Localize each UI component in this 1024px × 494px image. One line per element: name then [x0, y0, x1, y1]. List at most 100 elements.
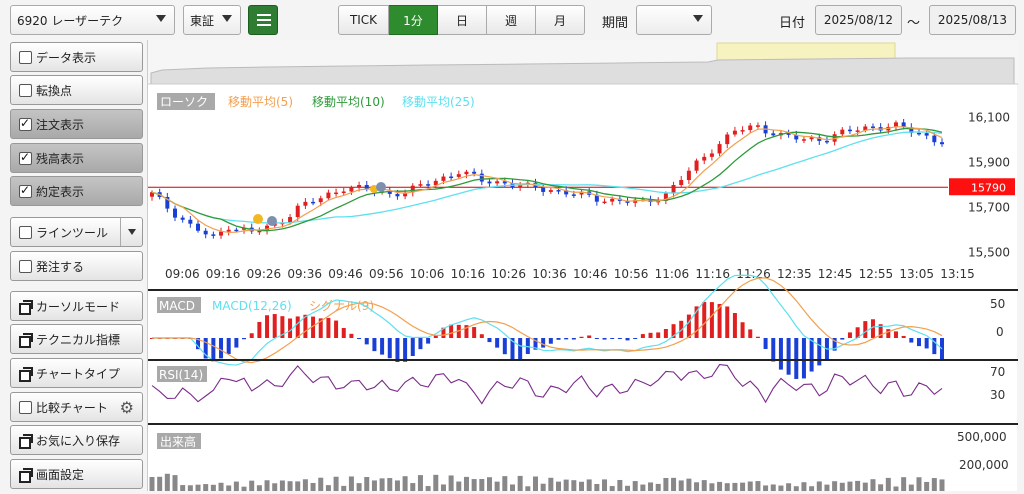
tab-day[interactable]: 日 — [438, 5, 487, 35]
sidebar-line-tool[interactable]: ラインツール — [10, 217, 143, 247]
tab-week[interactable]: 週 — [487, 5, 536, 35]
sidebar-item-label: テクニカル指標 — [36, 332, 121, 347]
macd-bar — [648, 332, 653, 338]
volume-bar — [617, 479, 623, 491]
sidebar-execution-display[interactable]: 約定表示 — [10, 176, 143, 206]
execution-marker-icon[interactable] — [376, 182, 386, 192]
macd-bar — [249, 333, 254, 338]
time-tick: 10:46 — [573, 267, 608, 281]
volume-bar — [763, 485, 769, 491]
macd-histogram — [150, 301, 944, 379]
chevron-down-icon[interactable] — [120, 218, 142, 246]
sidebar-cursor-mode[interactable]: カーソルモード — [10, 291, 143, 321]
macd-bar — [732, 313, 737, 338]
macd-bar — [863, 321, 868, 338]
sidebar-screen-settings[interactable]: 画面設定 — [10, 459, 143, 489]
volume-bar — [571, 480, 577, 491]
date-from-input[interactable]: 2025/08/12 — [815, 5, 902, 35]
sidebar-turning-point[interactable]: 転換点 — [10, 75, 143, 105]
gear-icon[interactable]: ⚙ — [120, 398, 134, 417]
volume-bar — [233, 481, 239, 491]
time-tick: 10:26 — [491, 267, 526, 281]
list-menu-button[interactable] — [248, 5, 278, 35]
rsi-line — [151, 364, 943, 405]
candle — [449, 176, 454, 179]
macd-bar — [740, 322, 745, 338]
volume-bars — [149, 473, 945, 491]
rsi-tick: 30 — [990, 388, 1005, 402]
macd-bar — [809, 338, 814, 372]
volume-bar — [602, 479, 608, 491]
volume-bar — [264, 480, 270, 491]
market-select[interactable]: 東証 — [183, 5, 241, 35]
candle — [824, 140, 829, 143]
sidebar-balance-display[interactable]: 残高表示 — [10, 143, 143, 173]
sidebar-technical-indicators[interactable]: テクニカル指標 — [10, 324, 143, 354]
time-tick: 11:16 — [695, 267, 730, 281]
sidebar-item-label: 比較チャート — [36, 400, 108, 415]
candle — [326, 192, 331, 199]
time-tick: 09:36 — [287, 267, 322, 281]
macd-bar — [449, 324, 454, 338]
volume-bar — [172, 475, 178, 491]
macd-bar — [702, 301, 707, 338]
overview-navigator[interactable] — [148, 40, 1018, 85]
macd-bar — [725, 306, 730, 338]
candle — [671, 184, 676, 194]
sidebar-order-display[interactable]: 注文表示 — [10, 109, 143, 139]
volume-bar — [540, 483, 546, 491]
rsi-tick: 70 — [990, 365, 1005, 379]
checkbox-icon — [19, 83, 32, 97]
tab-tick[interactable]: TICK — [338, 5, 389, 35]
candle — [472, 171, 477, 174]
period-select[interactable] — [636, 5, 712, 35]
tab-1min[interactable]: 1分 — [389, 5, 438, 35]
volume-bar — [885, 477, 891, 491]
sidebar-chart-type[interactable]: チャートタイプ — [10, 358, 143, 388]
volume-bar — [471, 479, 477, 491]
candle — [725, 134, 730, 145]
symbol-select[interactable]: 6920 レーザーテク — [10, 5, 175, 35]
volume-bar — [594, 483, 600, 491]
macd-bar — [234, 338, 239, 348]
candle — [610, 198, 615, 202]
volume-bar — [586, 479, 592, 491]
candle — [426, 184, 431, 186]
sidebar-compare-chart[interactable]: 比較チャート ⚙ — [10, 392, 143, 422]
candle — [870, 126, 875, 128]
checkbox-icon — [19, 225, 32, 239]
volume-bar — [786, 483, 792, 491]
volume-bar — [417, 475, 423, 491]
volume-bar — [678, 480, 684, 491]
sidebar-place-order[interactable]: 発注する — [10, 251, 143, 281]
sidebar-item-label: 約定表示 — [36, 184, 85, 199]
macd-bar — [771, 338, 776, 362]
order-marker-icon[interactable] — [253, 214, 263, 224]
macd-bar — [587, 335, 592, 338]
ma25-line — [151, 131, 943, 224]
volume-bar — [203, 484, 209, 491]
volume-bar — [256, 485, 262, 491]
sidebar-data-display[interactable]: データ表示 — [10, 42, 143, 72]
volume-tick: 200,000 — [959, 458, 1009, 472]
time-tick: 09:06 — [165, 267, 200, 281]
candle — [495, 181, 500, 184]
chart-area[interactable]: ローソク 移動平均(5) 移動平均(10) 移動平均(25) 16,100 15,… — [147, 40, 1018, 491]
date-to-input[interactable]: 2025/08/13 — [929, 5, 1016, 35]
macd-bar — [893, 331, 898, 338]
checkbox-checked-icon — [19, 183, 32, 198]
volume-bar — [640, 484, 646, 491]
tab-month[interactable]: 月 — [536, 5, 585, 35]
chevron-down-icon — [222, 15, 232, 22]
chevron-down-icon — [156, 15, 166, 22]
window-icon — [19, 332, 33, 348]
macd-tick: 50 — [990, 297, 1005, 311]
candle — [571, 194, 576, 196]
time-tick: 10:36 — [532, 267, 567, 281]
list-icon — [257, 14, 271, 16]
sidebar-save-favorite[interactable]: お気に入り保存 — [10, 425, 143, 455]
volume-bar — [579, 481, 585, 491]
candle — [694, 160, 699, 171]
execution-marker-icon[interactable] — [267, 216, 277, 226]
candle — [940, 142, 944, 145]
